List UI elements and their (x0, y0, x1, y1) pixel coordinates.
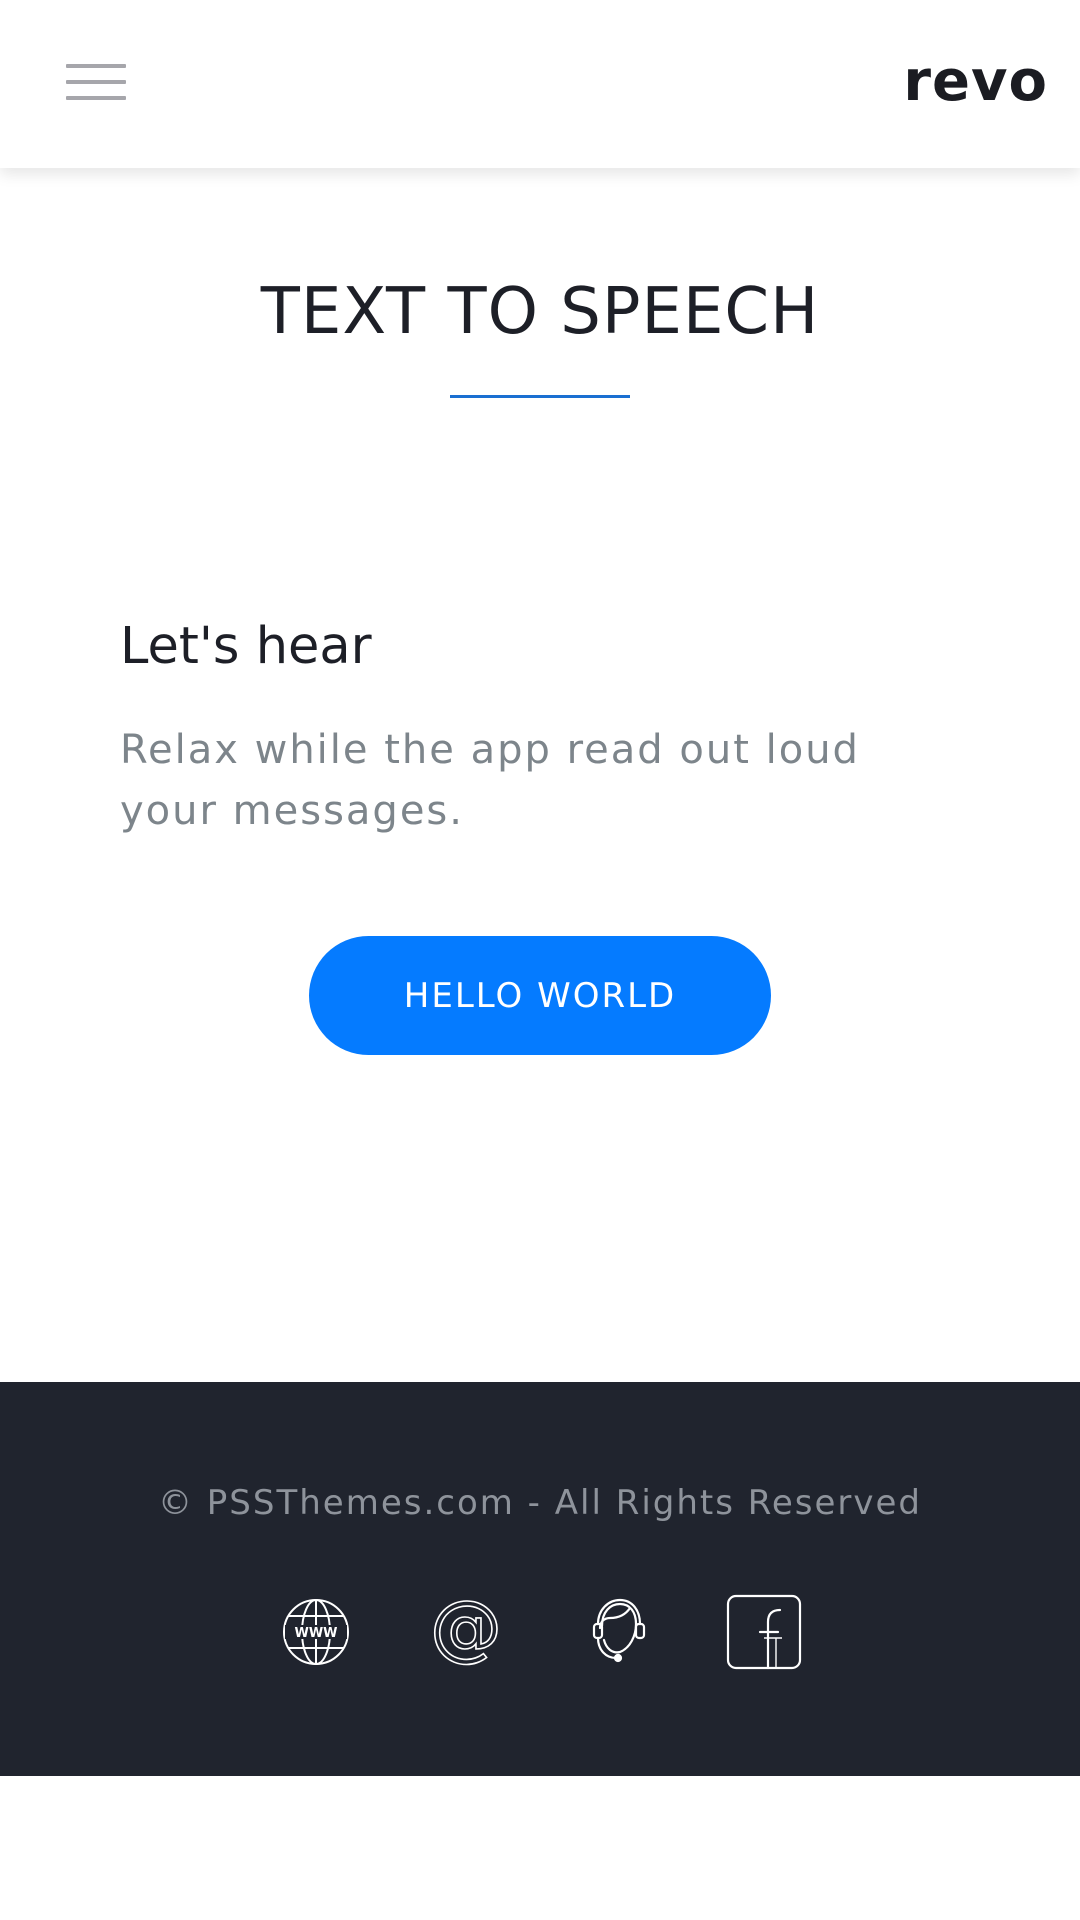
svg-text:@: @ (430, 1592, 502, 1669)
brand-logo[interactable]: revo (903, 42, 1048, 122)
hamburger-menu-icon[interactable] (58, 58, 132, 110)
facebook-icon[interactable] (724, 1592, 804, 1672)
copyright-text: © PSSThemes.com - All Rights Reserved (157, 1483, 923, 1523)
page: revo TEXT TO SPEECH Let's hear Relax whi… (0, 0, 1080, 1920)
page-title: TEXT TO SPEECH (260, 275, 820, 349)
hello-world-button[interactable]: HELLO WORLD (309, 936, 771, 1055)
section-heading: Let's hear (120, 617, 372, 676)
section-description: Relax while the app read out loud your m… (120, 727, 860, 834)
title-underline (450, 395, 630, 398)
menu-line (66, 96, 126, 100)
footer: © PSSThemes.com - All Rights Reserved WW… (0, 1382, 1080, 1776)
at-sign-icon[interactable]: @ (426, 1592, 506, 1672)
menu-line (66, 64, 126, 68)
menu-line (66, 80, 126, 84)
support-headset-icon[interactable] (576, 1592, 656, 1672)
top-bar: revo (0, 0, 1080, 168)
svg-text:WWW: WWW (294, 1626, 337, 1641)
globe-www-icon[interactable]: WWW (276, 1592, 356, 1672)
